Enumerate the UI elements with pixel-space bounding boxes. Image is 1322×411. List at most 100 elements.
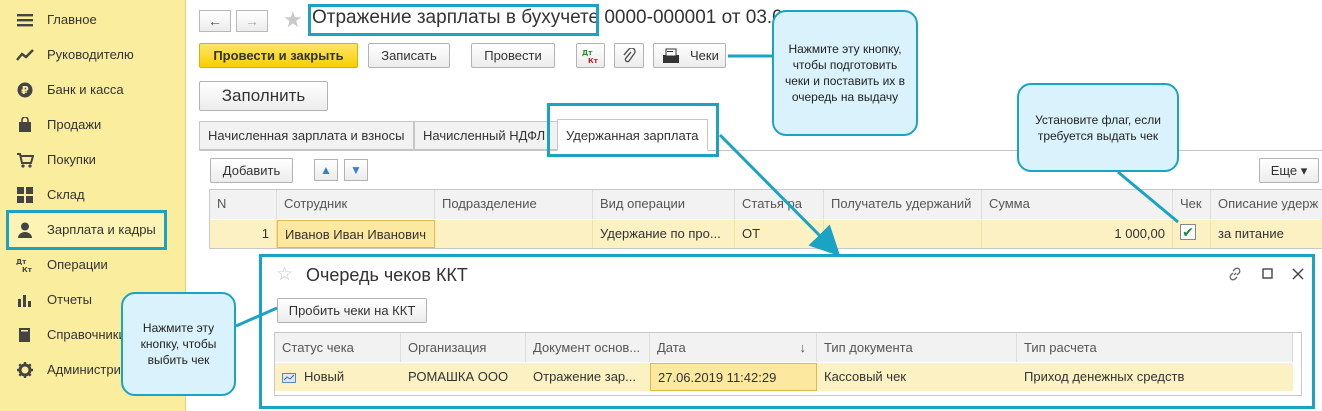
post-and-close-button[interactable]: Провести и закрыть (199, 43, 358, 68)
sort-desc-icon: ↓ (799, 340, 807, 355)
back-button[interactable]: ← (199, 10, 231, 32)
dt-kt-button[interactable]: Дт Кт (576, 43, 605, 68)
table-cell-amount[interactable]: 1 000,00 (982, 220, 1173, 248)
receipt-printer-icon (663, 48, 679, 63)
callout-checks-hint: Нажмите эту кнопку, чтобы подготовить че… (772, 10, 918, 136)
fill-button[interactable]: Заполнить (199, 81, 328, 111)
forward-button[interactable]: → (236, 10, 268, 32)
svg-text:Кт: Кт (588, 57, 599, 65)
sidebar-item-label: Операции (47, 257, 108, 272)
sidebar-item-label: Банк и касса (47, 82, 124, 97)
tab-accrued-ndfl[interactable]: Начисленный НДФЛ (414, 121, 559, 150)
column-header-description[interactable]: Описание удерж (1211, 190, 1322, 219)
sidebar-item-salary[interactable]: Зарплата и кадры (0, 212, 186, 247)
person-icon (16, 221, 34, 239)
column-header-document-type[interactable]: Тип документа (817, 333, 1017, 362)
close-icon[interactable] (1290, 266, 1306, 282)
table-cell-recipient[interactable] (824, 220, 982, 248)
gear-icon (16, 361, 34, 379)
popup-title: Очередь чеков ККТ (306, 265, 468, 285)
column-header-calc-type[interactable]: Тип расчета (1017, 333, 1293, 362)
cart-icon (16, 151, 34, 169)
checks-button-label: Чеки (690, 48, 719, 63)
table-cell-organization[interactable]: РОМАШКА ООО (401, 363, 526, 391)
column-header-recipient[interactable]: Получатель удержаний (824, 190, 982, 219)
status-label: Новый (304, 369, 345, 384)
bag-icon (16, 116, 34, 134)
arrow-up-icon: ▲ (320, 163, 332, 177)
table-cell-operation[interactable]: Удержание по про... (593, 220, 735, 248)
punch-checks-button[interactable]: Пробить чеки на ККТ (277, 298, 427, 323)
sidebar-item-label: Главное (47, 12, 97, 27)
save-button[interactable]: Записать (368, 43, 450, 68)
title-highlight-frame (308, 4, 599, 36)
column-header-operation[interactable]: Вид операции (593, 190, 735, 219)
sidebar-item-sales[interactable]: Продажи (0, 107, 186, 142)
dt-kt-icon: ДтКт (582, 49, 599, 65)
table-cell-n[interactable]: 1 (210, 220, 277, 248)
favorite-star-icon[interactable]: ☆ (276, 263, 293, 286)
withheld-salary-table: N Сотрудник Подразделение Вид операции С… (209, 189, 1322, 249)
sidebar-item-label: Склад (47, 187, 85, 202)
maximize-icon[interactable] (1260, 266, 1276, 282)
column-header-organization[interactable]: Организация (401, 333, 526, 362)
move-down-button[interactable]: ▼ (344, 159, 368, 181)
kkt-check-queue-window: ☆ Очередь чеков ККТ Пробить чеки на ККТ … (259, 254, 1315, 409)
sidebar-item-main[interactable]: Главное (0, 2, 186, 37)
table-cell-base-document[interactable]: Отражение зар... (526, 363, 650, 391)
attach-button[interactable] (614, 43, 644, 68)
check-queue-table: Статус чека Организация Документ основ..… (274, 332, 1302, 396)
sidebar-item-bank[interactable]: ₽ Банк и касса (0, 72, 186, 107)
tab-accrued-salary[interactable]: Начисленная зарплата и взносы (199, 121, 414, 150)
sidebar-item-warehouse[interactable]: Склад (0, 177, 186, 212)
sidebar-item-label: Зарплата и кадры (47, 222, 156, 237)
table-cell-description[interactable]: за питание (1211, 220, 1322, 248)
column-header-date-label: Дата (657, 340, 686, 355)
callout-punch-hint: Нажмите эту кнопку, чтобы выбить чек (121, 292, 236, 396)
svg-text:Дт: Дт (16, 258, 27, 266)
grid-icon (16, 186, 34, 204)
hamburger-icon (16, 11, 34, 29)
column-header-date[interactable]: Дата ↓ (650, 333, 817, 362)
link-icon[interactable] (1227, 266, 1243, 282)
sidebar-item-purchases[interactable]: Покупки (0, 142, 186, 177)
checkmark-icon: ✔ (1182, 223, 1194, 240)
issue-check-checkbox[interactable]: ✔ (1180, 224, 1196, 240)
table-cell-status[interactable]: Новый (275, 363, 401, 391)
coin-icon: ₽ (16, 81, 34, 99)
sidebar-item-label: Администри (47, 362, 121, 377)
column-header-n[interactable]: N (210, 190, 277, 219)
column-header-base-document[interactable]: Документ основ... (526, 333, 650, 362)
column-header-amount[interactable]: Сумма (982, 190, 1173, 219)
sidebar-item-director[interactable]: Руководителю (0, 37, 186, 72)
table-cell-article[interactable]: ОТ (735, 220, 824, 248)
table-cell-department[interactable] (435, 220, 593, 248)
column-header-check[interactable]: Чек (1173, 190, 1211, 219)
sidebar-item-label: Руководителю (47, 47, 134, 62)
sidebar-item-label: Отчеты (47, 292, 92, 307)
bar-chart-icon (16, 291, 34, 309)
table-cell-date[interactable]: 27.06.2019 11:42:29 (650, 363, 817, 391)
checks-button[interactable]: Чеки (653, 43, 726, 68)
favorite-star-icon[interactable]: ★ (283, 7, 303, 33)
arrow-left-icon: ← (208, 13, 222, 29)
book-icon (16, 326, 34, 344)
post-button[interactable]: Провести (471, 43, 555, 68)
column-header-status[interactable]: Статус чека (275, 333, 401, 362)
sidebar-item-operations[interactable]: Дт Кт Операции (0, 247, 186, 282)
table-cell-calc-type[interactable]: Приход денежных средств (1017, 363, 1293, 391)
svg-text:₽: ₽ (21, 84, 29, 97)
column-header-employee[interactable]: Сотрудник (277, 190, 435, 219)
arrow-right-icon: → (245, 13, 259, 29)
column-header-article[interactable]: Статья ра (735, 190, 824, 219)
table-cell-employee[interactable]: Иванов Иван Иванович (277, 220, 435, 248)
more-menu-button[interactable]: Еще ▾ (1259, 158, 1319, 183)
svg-text:Дт: Дт (582, 49, 593, 57)
move-up-button[interactable]: ▲ (314, 159, 338, 181)
callout-flag-hint: Установите флаг, если требуется выдать ч… (1017, 83, 1179, 172)
add-row-button[interactable]: Добавить (210, 158, 293, 183)
table-cell-document-type[interactable]: Кассовый чек (817, 363, 1017, 391)
column-header-department[interactable]: Подразделение (435, 190, 593, 219)
sidebar-item-label: Продажи (47, 117, 102, 132)
tab-highlight-frame (547, 103, 719, 157)
